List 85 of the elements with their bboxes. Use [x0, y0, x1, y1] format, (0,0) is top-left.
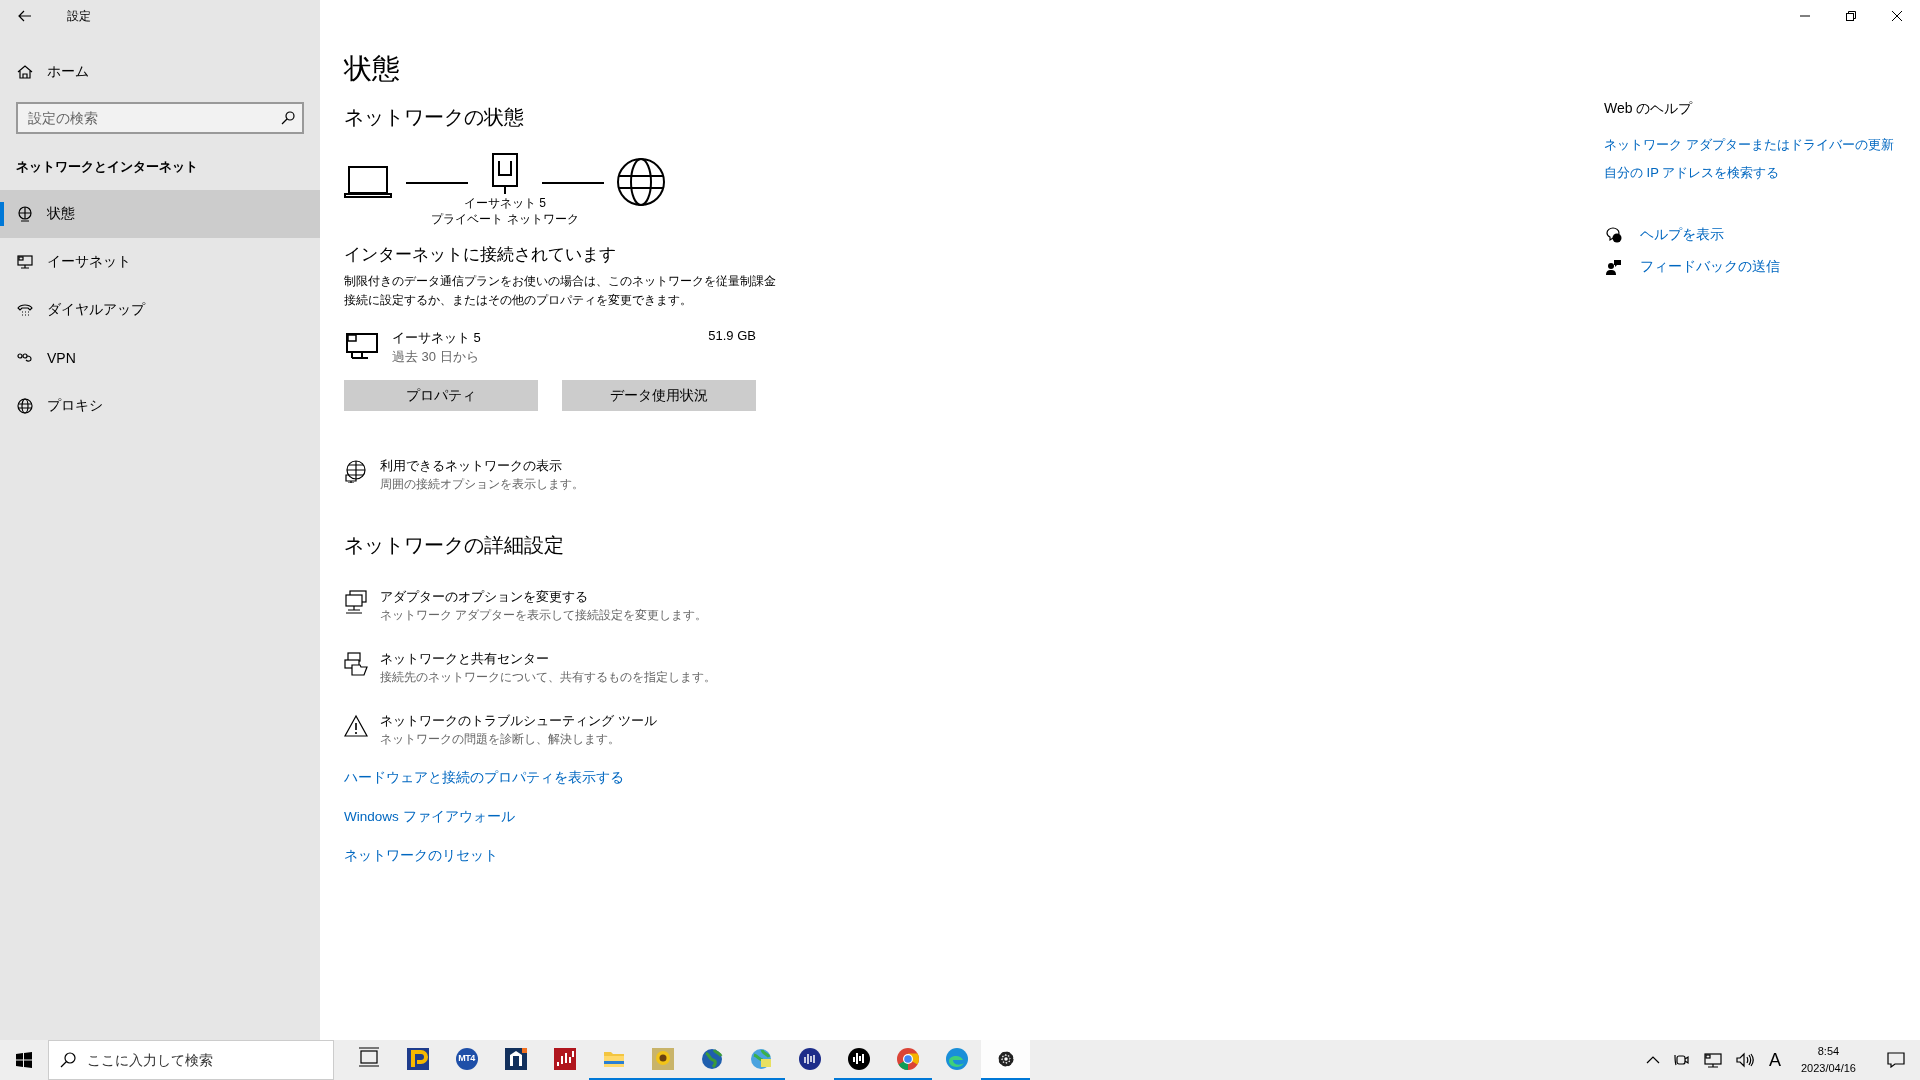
- globe-monitor-icon: [344, 459, 368, 483]
- sunflower-icon: [650, 1047, 675, 1071]
- globe-icon: [17, 398, 33, 414]
- browser-wave-icon: [944, 1047, 969, 1071]
- usage-period: 過去 30 日から: [392, 348, 480, 366]
- computer-folder-icon: [344, 652, 368, 676]
- globe-monitor-icon: [17, 206, 33, 222]
- search-icon: [281, 111, 295, 125]
- settings-link[interactable]: 利用できるネットワークの表示 周囲の接続オプションを表示します。: [344, 456, 584, 494]
- window-title: 設定: [67, 7, 91, 25]
- help-bubble-icon: [1606, 227, 1622, 243]
- connection-status: インターネットに接続されています: [344, 244, 616, 266]
- adapter-name: イーサネット 5: [392, 329, 482, 347]
- help-link[interactable]: ヘルプを表示: [1604, 226, 1780, 244]
- person-feedback-icon: [1606, 259, 1622, 275]
- close-icon: [1892, 11, 1902, 21]
- globe-icon: [616, 157, 666, 207]
- item-description: ネットワーク アダプターを表示して接続設定を変更します。: [380, 607, 708, 624]
- data-amount: 51.9 GB: [708, 328, 756, 343]
- laptop-icon: [344, 165, 394, 199]
- search-field[interactable]: 設定の検索: [16, 102, 304, 134]
- camera-icon[interactable]: [1673, 1052, 1690, 1068]
- phone-icon: [17, 302, 33, 318]
- input-mode-button[interactable]: A: [1764, 1049, 1785, 1071]
- page-title: 状態: [344, 52, 400, 86]
- restore-icon: [1846, 11, 1856, 21]
- item-title: 利用できるネットワークの表示: [380, 457, 563, 475]
- item-title: ネットワークと共有センター: [380, 650, 550, 668]
- app-tile-icon: [503, 1047, 528, 1071]
- help-link[interactable]: フィードバックの送信: [1604, 258, 1780, 276]
- help-link[interactable]: ネットワーク アダプターまたはドライバーの更新: [1604, 136, 1894, 154]
- app-tile-icon: [405, 1047, 430, 1071]
- monitor-icon: [346, 332, 378, 360]
- home-icon: [17, 64, 33, 80]
- speaker-icon[interactable]: [1735, 1052, 1754, 1068]
- connection-line: [406, 182, 468, 184]
- globe-icon: [748, 1047, 773, 1071]
- nav-item[interactable]: ダイヤルアップ: [0, 286, 320, 334]
- nav-item[interactable]: イーサネット: [0, 238, 320, 286]
- action-button[interactable]: データ使用状況: [562, 380, 756, 411]
- item-description: 周囲の接続オプションを表示します。: [380, 476, 584, 493]
- clock-button[interactable]: 8:54 2023/04/16: [1792, 1043, 1864, 1077]
- help-link[interactable]: 自分の IP アドレスを検索する: [1604, 164, 1780, 182]
- network-monitor-icon[interactable]: [1703, 1052, 1722, 1068]
- taskbar-search-field[interactable]: ここに入力して検索: [48, 1040, 334, 1080]
- wave-circle-icon: [846, 1047, 871, 1071]
- speech-bubble-icon: [1887, 1052, 1905, 1068]
- item-title: アダプターのオプションを変更する: [380, 588, 589, 606]
- chart-tile-icon: [552, 1047, 577, 1071]
- monitors-icon: [344, 590, 368, 614]
- windows-logo-icon: [16, 1052, 32, 1068]
- taskbar-app-button[interactable]: MT4: [442, 1040, 491, 1080]
- chevron-up-icon[interactable]: [1645, 1056, 1660, 1064]
- back-arrow-icon[interactable]: [18, 10, 32, 22]
- settings-link[interactable]: ネットワークと共有センター 接続先のネットワークについて、共有するものを指定します。: [344, 649, 716, 687]
- ethernet-port-icon: [492, 153, 518, 195]
- settings-link[interactable]: ハードウェアと接続のプロパティを表示する: [344, 769, 624, 787]
- network-label: プライベート ネットワーク: [431, 211, 579, 227]
- globe-icon: [699, 1047, 724, 1071]
- nav-item[interactable]: プロキシ: [0, 382, 320, 430]
- taskbar-app-button[interactable]: [981, 1040, 1030, 1080]
- action-button[interactable]: プロパティ: [344, 380, 538, 411]
- app-label: MT4: [457, 1053, 477, 1064]
- settings-link[interactable]: ネットワークのトラブルシューティング ツール ネットワークの問題を診断し、解決します。: [344, 711, 657, 749]
- monitor-icon: [17, 254, 33, 270]
- app-circle-icon: [454, 1047, 479, 1071]
- category-heading: ネットワークとインターネット: [15, 158, 199, 176]
- settings-link[interactable]: Windows ファイアウォール: [344, 808, 515, 826]
- section-heading: ネットワークの詳細設定: [344, 533, 564, 558]
- adapter-label: イーサネット 5: [464, 195, 546, 211]
- settings-link[interactable]: ネットワークのリセット: [344, 847, 498, 865]
- nav-item[interactable]: VPN: [0, 334, 320, 382]
- browser-circle-icon: [895, 1047, 920, 1071]
- home-item[interactable]: ホーム: [0, 52, 320, 92]
- settings-link[interactable]: アダプターのオプションを変更する ネットワーク アダプターを表示して接続設定を変更します。: [344, 587, 708, 625]
- warning-icon: [344, 714, 368, 738]
- help-heading: Web のヘルプ: [1604, 100, 1693, 118]
- item-description: 接続先のネットワークについて、共有するものを指定します。: [380, 669, 716, 686]
- nav-item[interactable]: 状態: [0, 190, 320, 238]
- section-heading: ネットワークの状態: [344, 105, 524, 130]
- item-description: ネットワークの問題を診断し、解決します。: [380, 731, 621, 748]
- connection-description: 制限付きのデータ通信プランをお使いの場合は、このネットワークを従量制課金接続に設定するか、またはその他のプロパティを変更できます。: [344, 273, 777, 309]
- connection-line: [542, 182, 604, 184]
- item-title: ネットワークのトラブルシューティング ツール: [380, 712, 657, 730]
- wave-circle-icon: [797, 1047, 822, 1071]
